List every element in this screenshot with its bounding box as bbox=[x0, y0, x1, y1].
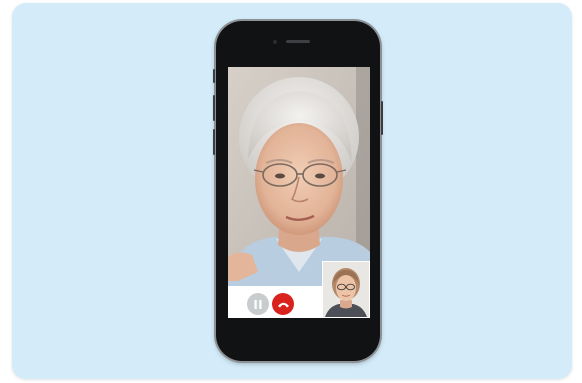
mute-switch bbox=[213, 69, 215, 83]
volume-up-button bbox=[213, 95, 215, 121]
video-call-screen bbox=[228, 67, 370, 318]
caller-video bbox=[228, 67, 370, 286]
self-view-video bbox=[322, 261, 370, 318]
power-button bbox=[381, 101, 383, 135]
smartphone-device bbox=[213, 21, 383, 361]
volume-down-button bbox=[213, 129, 215, 155]
end-call-button[interactable] bbox=[272, 293, 294, 315]
end-call-icon bbox=[277, 302, 289, 307]
pause-icon bbox=[254, 299, 262, 309]
call-controls-bar bbox=[228, 286, 324, 318]
self-view-portrait bbox=[323, 262, 369, 317]
earpiece-speaker bbox=[286, 40, 310, 43]
pause-button[interactable] bbox=[247, 293, 269, 315]
front-camera-icon bbox=[273, 40, 277, 44]
